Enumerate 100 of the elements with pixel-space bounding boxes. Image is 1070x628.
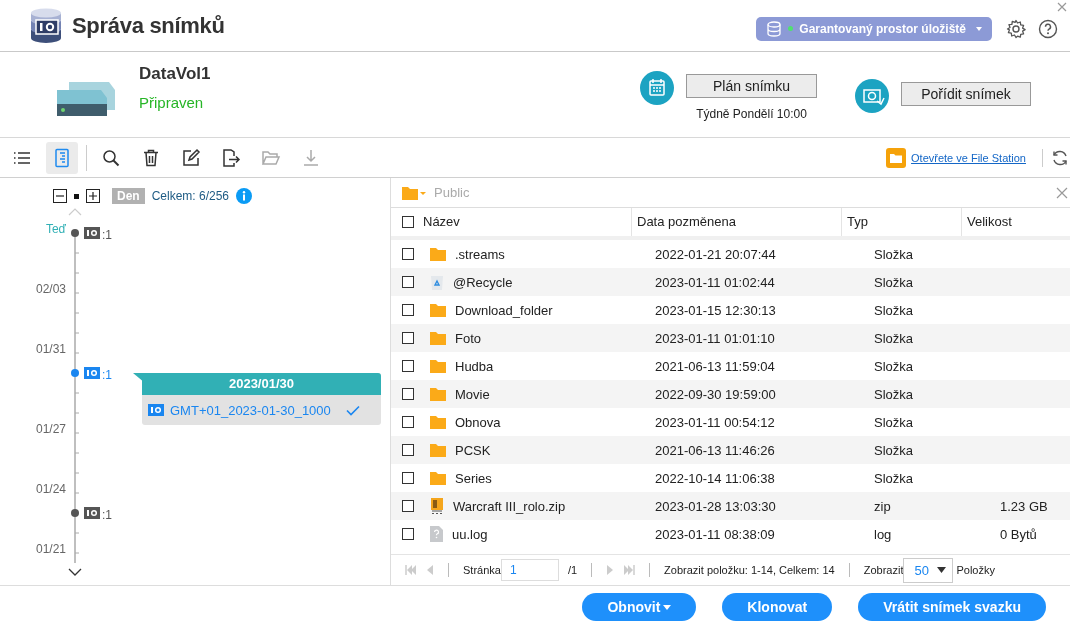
table-row[interactable]: uu.log 2023-01-11 08:38:09 log 0 Bytů xyxy=(391,520,1070,548)
snapshot-count: :1 xyxy=(102,228,112,242)
page-label: Stránka xyxy=(463,564,501,576)
table-row[interactable]: @Recycle 2023-01-11 01:02:44 Složka xyxy=(391,268,1070,296)
page-size-select[interactable]: 50 xyxy=(903,557,954,583)
info-icon[interactable] xyxy=(236,188,253,204)
file-name: Hudba xyxy=(455,358,494,374)
snapshot-count: :1 xyxy=(102,508,112,522)
row-checkbox[interactable] xyxy=(401,500,414,512)
page-size-label: Zobrazit xyxy=(863,564,904,576)
row-checkbox[interactable] xyxy=(401,276,414,288)
take-snapshot-button[interactable]: Pořídit snímek xyxy=(901,81,1031,106)
folder-icon xyxy=(430,415,446,429)
table-cell-text: 2022-10-14 11:06:38 xyxy=(654,470,776,486)
row-checkbox[interactable] xyxy=(401,248,414,260)
file-name: Download_folder xyxy=(455,302,553,318)
table-cell-text: 2023-01-11 00:54:12 xyxy=(654,414,776,430)
close-icon[interactable] xyxy=(1057,2,1067,12)
plus-icon xyxy=(88,191,98,201)
table-cell-text: 2023-01-28 13:03:30 xyxy=(654,498,777,514)
help-icon[interactable] xyxy=(1038,18,1058,39)
table-row[interactable]: Obnova 2023-01-11 00:54:12 Složka xyxy=(391,408,1070,436)
table-row[interactable]: PCSK 2021-06-13 11:46:26 Složka xyxy=(391,436,1070,464)
schedule-button[interactable]: Plán snímku xyxy=(686,73,817,98)
scroll-down-icon[interactable] xyxy=(68,568,82,576)
export-icon xyxy=(221,147,241,168)
table-cell: 0 Bytů xyxy=(1000,526,1037,542)
row-checkbox[interactable] xyxy=(401,528,414,540)
date-label: 02/03 xyxy=(35,282,66,296)
column-header[interactable]: Typ xyxy=(841,208,961,236)
table-row[interactable]: .streams 2022-01-21 20:07:44 Složka xyxy=(391,240,1070,268)
file-icon xyxy=(430,526,443,542)
volume-status: Připraven xyxy=(139,94,205,111)
zoom-in-button[interactable] xyxy=(86,189,100,203)
archive-icon xyxy=(430,498,444,514)
row-checkbox[interactable] xyxy=(401,444,414,456)
folder-icon xyxy=(430,387,446,401)
app-logo-icon xyxy=(30,7,62,44)
delete-icon xyxy=(141,147,161,168)
table-row[interactable]: Hudba 2021-06-13 11:59:04 Složka xyxy=(391,352,1070,380)
table-row[interactable]: Download_folder 2023-01-15 12:30:13 Složka xyxy=(391,296,1070,324)
file-name: .streams xyxy=(455,246,505,262)
snapshot-icon[interactable] xyxy=(84,507,100,519)
date-label: 01/31 xyxy=(35,342,66,356)
snapshot-dot[interactable] xyxy=(71,369,79,377)
file-name: Movie xyxy=(455,386,490,402)
table-row[interactable]: Movie 2022-09-30 19:59:00 Složka xyxy=(391,380,1070,408)
schedule-note: Týdně Pondělí 10:00 xyxy=(696,106,807,121)
table-cell-text: Složka xyxy=(873,246,915,262)
table-cell-text: log xyxy=(873,526,893,542)
refresh-icon[interactable] xyxy=(1051,148,1069,167)
close-icon[interactable] xyxy=(1056,186,1068,199)
file-name: @Recycle xyxy=(453,274,513,290)
snapshot-icon[interactable] xyxy=(84,227,100,239)
table-cell-text: 2021-06-13 11:46:26 xyxy=(654,442,776,458)
item-summary: Zobrazit položku: 1-14, Celkem: 14 xyxy=(664,564,835,576)
folder-icon xyxy=(430,359,446,373)
timeline-icon xyxy=(52,147,72,168)
table-cell-text: Složka xyxy=(873,386,915,402)
timeline-tool[interactable] xyxy=(46,141,78,174)
table-cell-text: Složka xyxy=(873,358,915,374)
row-checkbox[interactable] xyxy=(401,416,414,428)
file-name: Series xyxy=(455,470,492,486)
column-header[interactable]: Data pozměnena xyxy=(631,208,841,236)
row-checkbox[interactable] xyxy=(401,304,414,316)
snapshot-icon xyxy=(148,404,164,416)
table-cell-text: Složka xyxy=(873,414,915,430)
folder-icon xyxy=(430,443,446,457)
table-row[interactable]: Series 2022-10-14 11:06:38 Složka xyxy=(391,464,1070,492)
file-name: uu.log xyxy=(452,526,488,542)
edit-icon xyxy=(181,147,201,168)
table-row[interactable]: Foto 2023-01-11 01:01:10 Složka xyxy=(391,324,1070,352)
row-checkbox[interactable] xyxy=(401,332,414,344)
volume-name: DataVol1 xyxy=(139,64,211,84)
items-label: Položky xyxy=(956,564,995,576)
camera-icon xyxy=(855,78,889,113)
snapshot-icon[interactable] xyxy=(84,367,100,379)
select-all-checkbox[interactable] xyxy=(401,216,414,228)
table-cell-text: 2022-09-30 19:59:00 xyxy=(654,386,777,402)
search-icon xyxy=(101,147,121,168)
table-row[interactable]: Warcraft III_rolo.zip 2023-01-28 13:03:30 zip 1.23 GB xyxy=(391,492,1070,520)
popup-pointer xyxy=(133,373,145,383)
settings-icon[interactable] xyxy=(1006,18,1026,39)
database-icon xyxy=(766,20,783,37)
snapshot-dot[interactable] xyxy=(71,229,79,237)
folder-icon xyxy=(430,303,446,317)
column-header[interactable]: Velikost xyxy=(961,208,1070,236)
table-cell-text: Složka xyxy=(873,470,915,486)
file-station-link[interactable]: Otevřete ve File Station xyxy=(911,151,1026,164)
row-checkbox[interactable] xyxy=(401,472,414,484)
row-checkbox[interactable] xyxy=(401,360,414,372)
row-checkbox[interactable] xyxy=(401,388,414,400)
caret-icon xyxy=(976,26,982,31)
table-cell-text: 2023-01-15 12:30:13 xyxy=(654,302,777,318)
column-header[interactable]: Název xyxy=(421,208,631,236)
snapshot-dot[interactable] xyxy=(71,509,79,517)
zoom-out-button[interactable] xyxy=(53,189,67,203)
table-cell-text: Složka xyxy=(873,330,915,346)
status-dot-icon xyxy=(788,26,794,31)
page-field[interactable]: 1 xyxy=(500,559,559,581)
